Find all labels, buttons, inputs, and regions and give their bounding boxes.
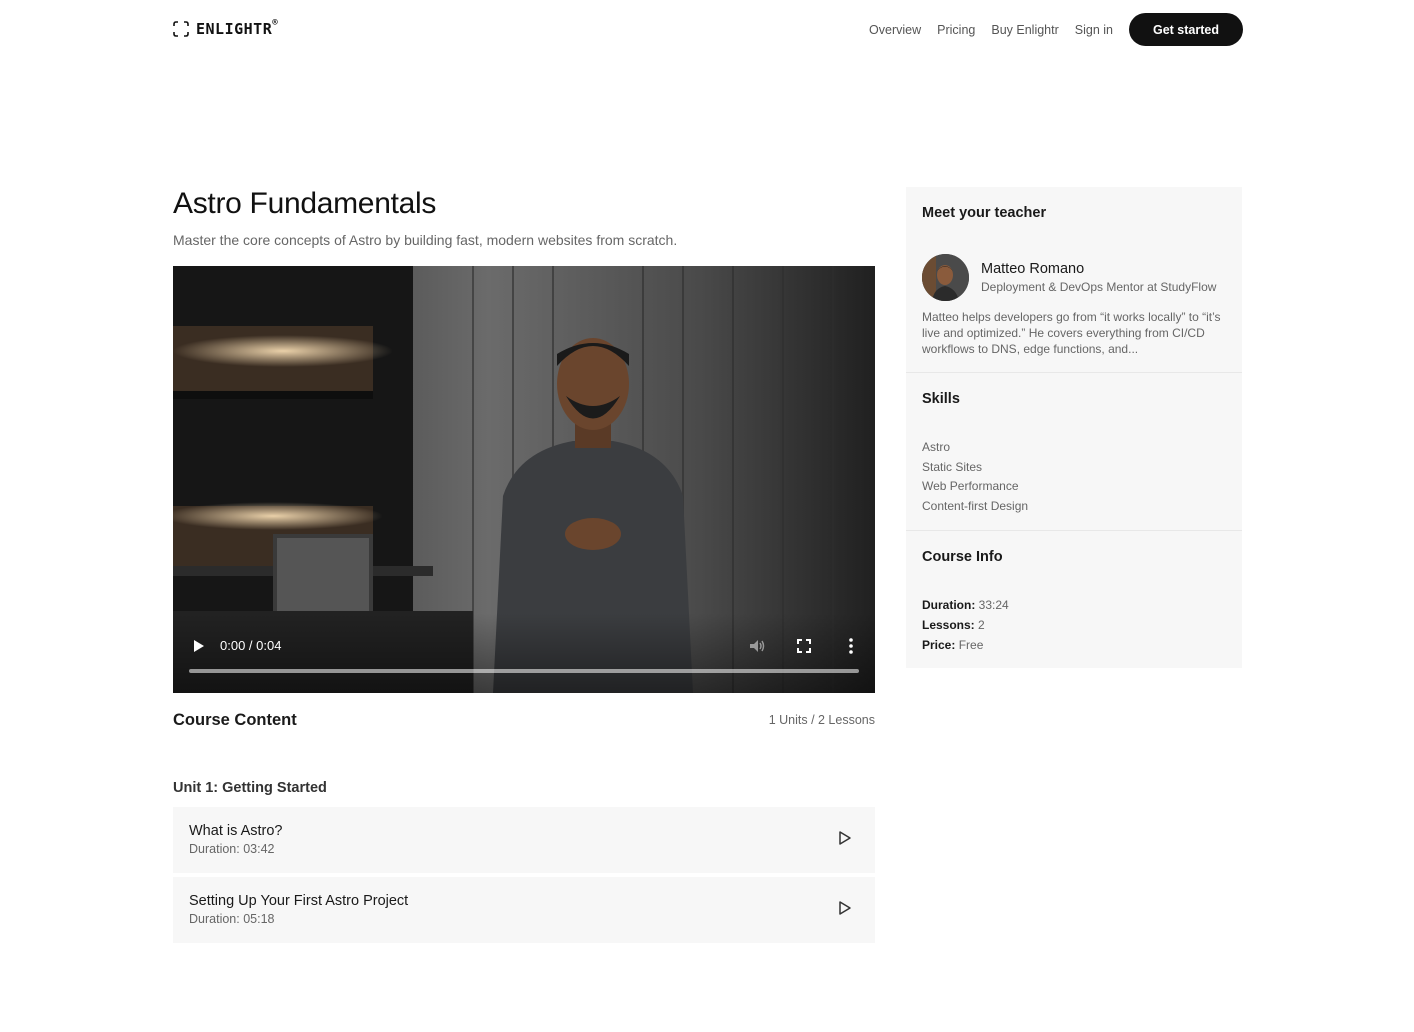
course-info-heading: Course Info	[922, 549, 1003, 565]
video-player[interactable]: 0:00 / 0:04	[173, 266, 875, 693]
page-title: Astro Fundamentals	[173, 187, 437, 220]
play-icon[interactable]	[838, 830, 852, 846]
lesson-title: Setting Up Your First Astro Project	[189, 893, 409, 909]
skill-item: Static Sites	[922, 460, 983, 474]
divider	[906, 372, 1242, 373]
avatar	[922, 254, 969, 301]
video-time: 0:00 / 0:04	[220, 638, 282, 653]
video-progress-bar[interactable]	[189, 669, 859, 673]
fullscreen-icon[interactable]	[796, 638, 812, 654]
more-options-icon[interactable]	[843, 637, 859, 655]
teacher-heading: Meet your teacher	[922, 205, 1047, 221]
nav-buy-enlightr[interactable]: Buy Enlightr	[991, 23, 1058, 37]
skill-item: Content-first Design	[922, 499, 1029, 513]
divider	[906, 530, 1242, 531]
lesson-item[interactable]: Setting Up Your First Astro Project Dura…	[173, 877, 875, 943]
lesson-duration: Duration: 03:42	[189, 842, 275, 856]
lesson-item[interactable]: What is Astro? Duration: 03:42	[173, 807, 875, 873]
unit-title: Unit 1: Getting Started	[173, 780, 327, 796]
skill-item: Astro	[922, 440, 951, 454]
skill-item: Web Performance	[922, 479, 1019, 493]
nav-overview[interactable]: Overview	[869, 23, 921, 37]
nav-sign-in[interactable]: Sign in	[1075, 23, 1113, 37]
lesson-duration: Duration: 05:18	[189, 912, 275, 926]
logo[interactable]: ENLIGHTR®	[173, 18, 279, 38]
main-nav: Overview Pricing Buy Enlightr Sign in Ge…	[869, 13, 1243, 46]
play-icon[interactable]	[192, 638, 206, 654]
info-lessons: Lessons: 2	[922, 618, 985, 632]
units-lessons-count: 1 Units / 2 Lessons	[768, 713, 875, 727]
teacher-role: Deployment & DevOps Mentor at StudyFlow	[981, 280, 1217, 294]
teacher-name: Matteo Romano	[981, 261, 1085, 277]
teacher-bio: Matteo helps developers go from “it work…	[922, 310, 1221, 356]
nav-pricing[interactable]: Pricing	[937, 23, 975, 37]
video-controls	[173, 613, 875, 693]
get-started-button[interactable]: Get started	[1129, 13, 1243, 46]
logo-text: ENLIGHTR®	[196, 18, 279, 38]
site-header: ENLIGHTR® Overview Pricing Buy Enlightr …	[0, 0, 1414, 60]
logo-icon	[173, 21, 189, 37]
course-content-heading: Course Content	[173, 711, 297, 729]
play-icon[interactable]	[838, 900, 852, 916]
skills-heading: Skills	[922, 391, 960, 407]
course-sidebar: Meet your teacher Matteo Romano Deployme…	[906, 187, 1242, 668]
course-subtitle: Master the core concepts of Astro by bui…	[173, 232, 678, 248]
lesson-title: What is Astro?	[189, 823, 283, 839]
volume-icon[interactable]	[748, 637, 766, 655]
info-price: Price: Free	[922, 638, 984, 652]
info-duration: Duration: 33:24	[922, 598, 1009, 612]
